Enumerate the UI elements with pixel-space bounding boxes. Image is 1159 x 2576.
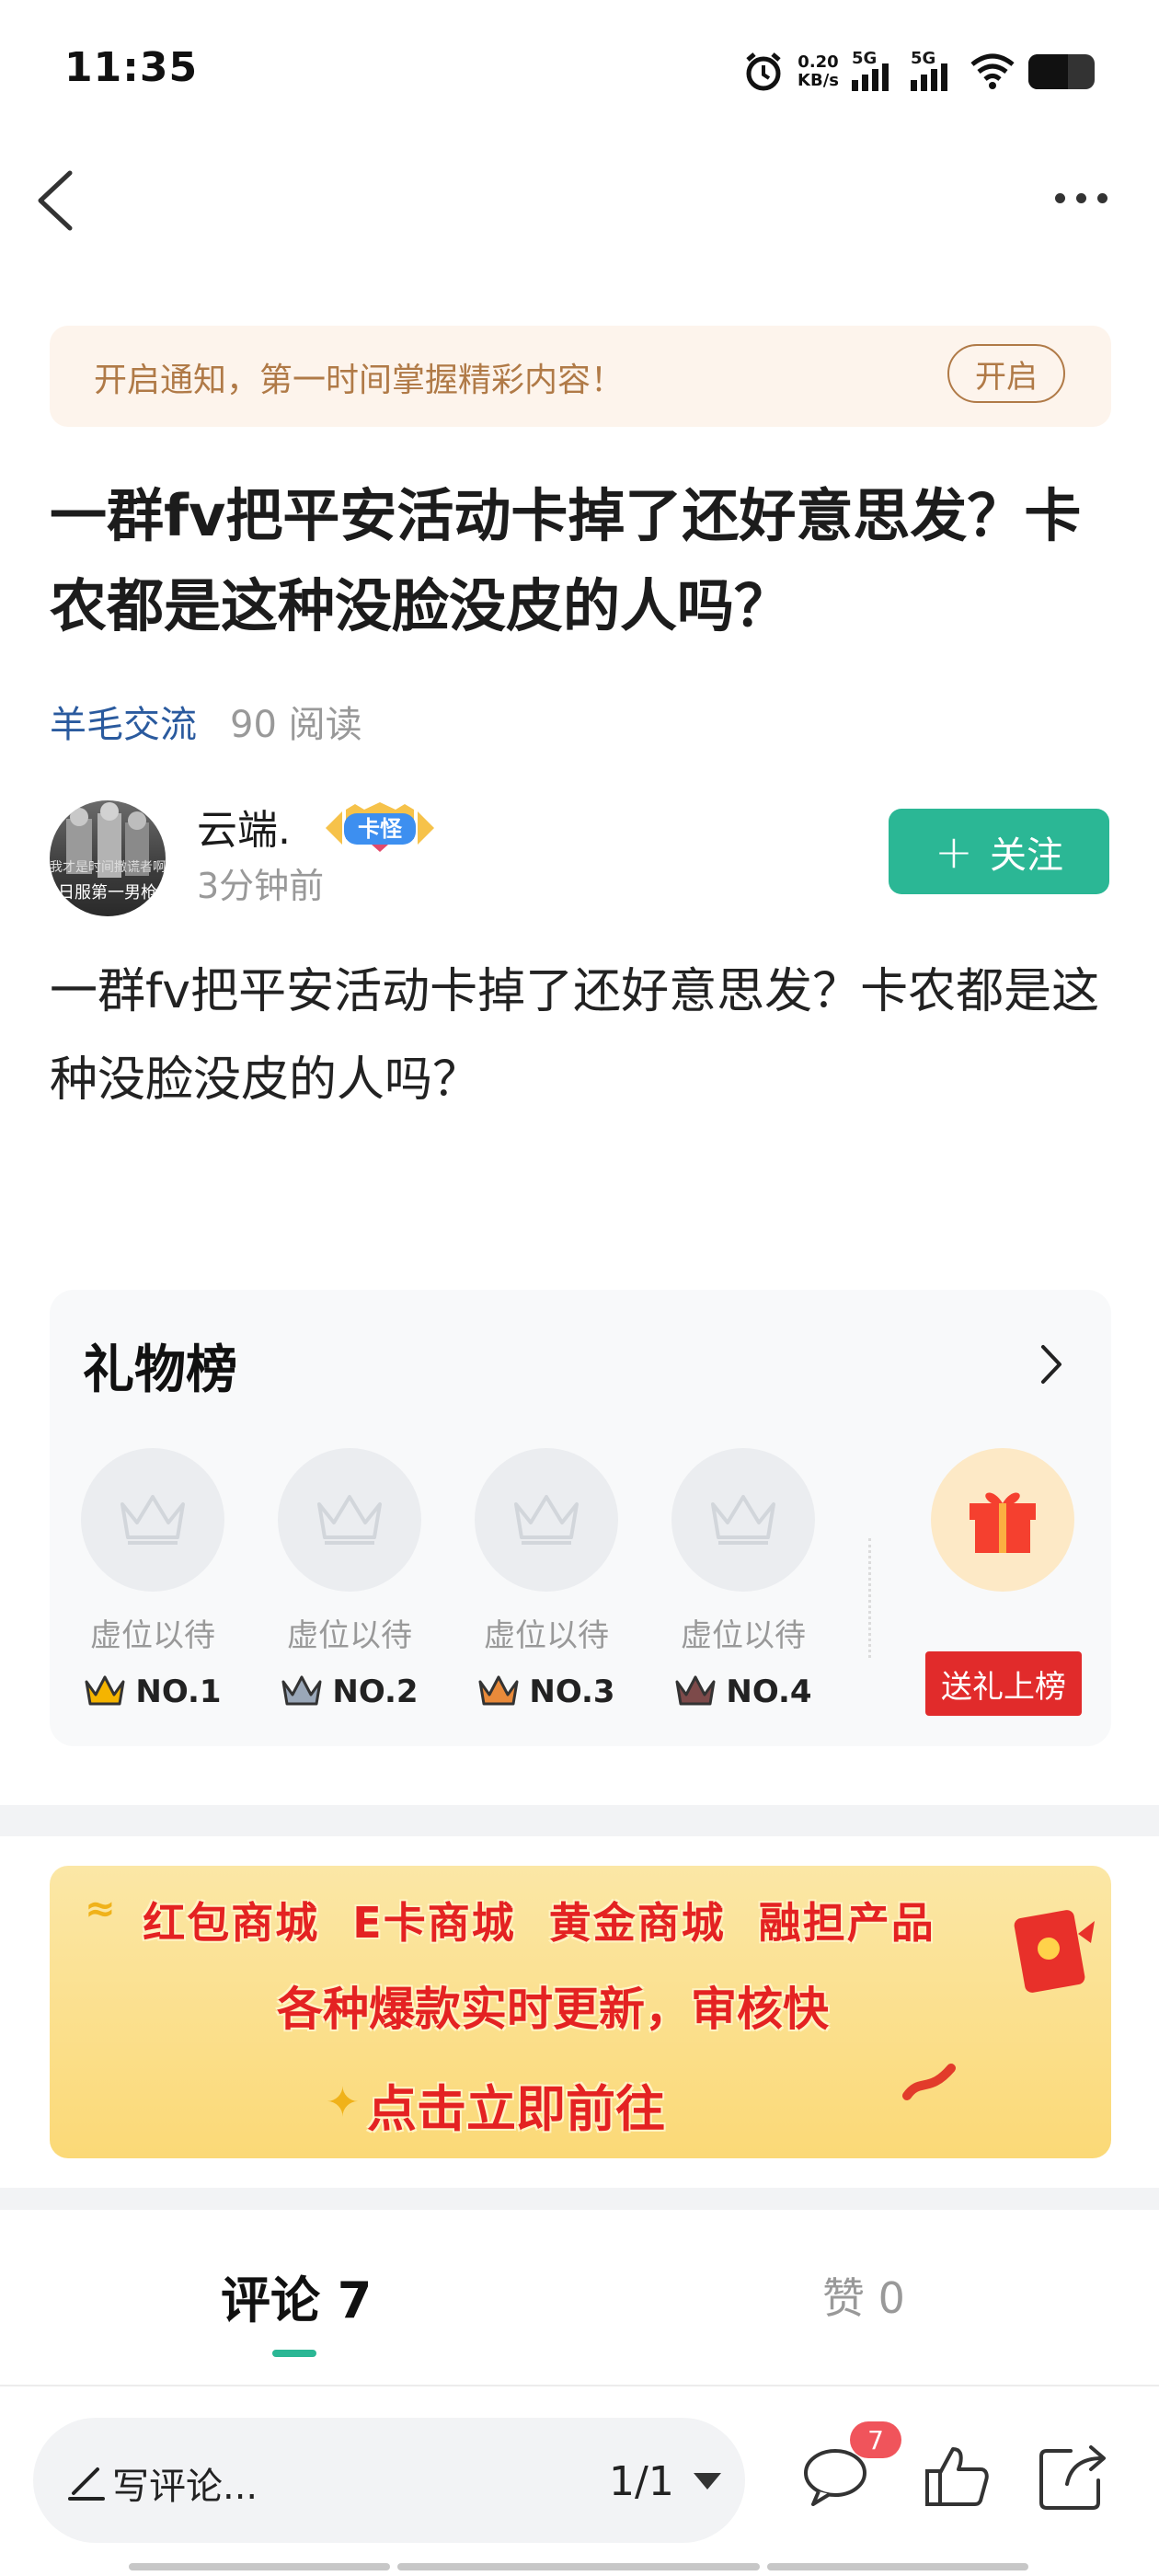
thumbs-up-icon[interactable] xyxy=(920,2440,993,2513)
tab-active-indicator xyxy=(272,2350,316,2357)
avatar-caption: 日服第一男枪 xyxy=(58,883,157,903)
promo-item: 红包商城 xyxy=(143,1898,320,1948)
gift-slot[interactable]: 虚位以待 NO.3 xyxy=(475,1448,618,1710)
home-indicator xyxy=(767,2563,1028,2570)
post-body: 一群fv把平安活动卡掉了还好意思发？卡农都是这种没脸没皮的人吗？ xyxy=(50,964,1100,1108)
crown-icon xyxy=(281,1675,322,1706)
gift-board: 礼物榜 虚位以待 NO.1 虚位以待 NO.2 虚位以待 NO.3 虚位以待 NO.4 … xyxy=(50,1290,1111,1746)
rank-label: NO.2 xyxy=(278,1673,421,1710)
gift-slot[interactable]: 虚位以待 NO.4 xyxy=(671,1448,815,1710)
section-divider xyxy=(0,1805,1159,1836)
home-indicator xyxy=(129,2563,390,2570)
badge-label: 卡怪 xyxy=(358,816,402,842)
rank-text: NO.2 xyxy=(332,1673,419,1710)
rank-label: NO.4 xyxy=(671,1673,815,1710)
send-gift-icon-button[interactable] xyxy=(931,1448,1074,1592)
promo-banner[interactable]: ≈ 红包商城 E卡商城 黄金商城 融担产品 各种爆款实时更新，审核快 ✦ 点击立即前往 xyxy=(50,1866,1111,2158)
send-gift-button[interactable]: 送礼上榜 xyxy=(925,1651,1082,1716)
crown-icon xyxy=(85,1675,125,1706)
net-speed-value: 0.20 xyxy=(798,52,839,72)
empty-slot-avatar xyxy=(475,1448,618,1592)
comment-count-badge: 7 xyxy=(850,2421,901,2458)
comment-placeholder: 写评论... xyxy=(112,2466,258,2508)
empty-slot-avatar xyxy=(278,1448,421,1592)
status-time: 11:35 xyxy=(64,44,199,91)
slot-label: 虚位以待 xyxy=(484,1617,609,1654)
signal-label: 5G xyxy=(852,49,878,68)
avatar[interactable]: 我才是时间撒谎者啊 日服第一男枪 xyxy=(50,800,166,916)
gift-slot[interactable]: 虚位以待 NO.1 xyxy=(81,1448,224,1710)
author-name[interactable]: 云端. xyxy=(197,797,291,856)
section-divider xyxy=(0,2188,1159,2210)
net-speed: 0.20 KB/s xyxy=(798,53,839,90)
chevron-right-icon[interactable] xyxy=(1038,1341,1065,1387)
caret-down-icon[interactable] xyxy=(694,2473,721,2490)
back-button[interactable] xyxy=(28,164,92,237)
notification-banner: 开启通知，第一时间掌握精彩内容！ 开启 xyxy=(50,326,1111,427)
status-icons: 0.20 KB/s 5G 5G xyxy=(742,46,1095,98)
avatar-caption-top: 我才是时间撒谎者啊 xyxy=(50,860,166,875)
red-envelope-icon xyxy=(1014,1910,1095,1993)
home-indicator xyxy=(397,2563,760,2570)
read-count: 90 阅读 xyxy=(230,704,362,746)
post-title: 一群fv把平安活动卡掉了还好意思发？卡农都是这种没脸没皮的人吗？ xyxy=(50,482,1082,639)
divider xyxy=(868,1538,871,1658)
chevron-left-icon xyxy=(38,170,73,231)
empty-slot-avatar xyxy=(671,1448,815,1592)
gift-board-title: 礼物榜 xyxy=(83,1340,237,1400)
crown-outline-icon xyxy=(120,1495,185,1545)
signal-label-2: 5G xyxy=(911,49,936,68)
alarm-icon xyxy=(746,52,781,91)
empty-slot-avatar xyxy=(81,1448,224,1592)
squiggle-icon xyxy=(902,2064,956,2100)
tab-comments[interactable]: 评论 7 xyxy=(221,2260,372,2332)
battery-icon xyxy=(1028,54,1095,89)
net-speed-unit: KB/s xyxy=(798,71,839,90)
crown-outline-icon xyxy=(514,1495,579,1545)
promo-subtitle: 各种爆款实时更新，审核快 xyxy=(277,1983,829,2036)
tab-likes[interactable]: 赞 0 xyxy=(822,2265,905,2326)
wifi-icon xyxy=(970,53,1015,89)
slot-label: 虚位以待 xyxy=(681,1617,806,1654)
plus-icon: + xyxy=(935,824,973,879)
page-indicator[interactable]: 1/1 xyxy=(609,2458,674,2505)
more-dots-icon xyxy=(1054,192,1065,203)
divider xyxy=(0,2385,1159,2386)
promo-item: 融担产品 xyxy=(758,1898,935,1948)
gift-box-icon xyxy=(970,1492,1036,1553)
follow-label: 关注 xyxy=(989,834,1063,877)
crown-icon xyxy=(675,1675,716,1706)
follow-button[interactable]: + 关注 xyxy=(889,809,1109,894)
rank-text: NO.4 xyxy=(726,1673,812,1710)
slot-label: 虚位以待 xyxy=(90,1617,215,1654)
slot-label: 虚位以待 xyxy=(287,1617,412,1654)
enable-notification-button[interactable]: 开启 xyxy=(947,344,1065,403)
level-badge: 卡怪 xyxy=(318,802,442,854)
promo-item: 黄金商城 xyxy=(548,1898,726,1948)
rank-text: NO.1 xyxy=(135,1673,222,1710)
notification-text: 开启通知，第一时间掌握精彩内容！ xyxy=(94,362,625,399)
rank-label: NO.1 xyxy=(81,1673,224,1710)
crown-icon xyxy=(478,1675,519,1706)
pencil-icon xyxy=(68,2467,105,2501)
gift-slot[interactable]: 虚位以待 NO.2 xyxy=(278,1448,421,1710)
category-link[interactable]: 羊毛交流 xyxy=(50,695,197,748)
rank-text: NO.3 xyxy=(529,1673,615,1710)
post-meta: 羊毛交流 90 阅读 xyxy=(50,695,362,748)
rank-label: NO.3 xyxy=(475,1673,618,1710)
promo-item: E卡商城 xyxy=(352,1898,516,1948)
crown-outline-icon xyxy=(317,1495,382,1545)
comment-input[interactable]: 写评论... 1/1 xyxy=(33,2418,745,2543)
share-icon[interactable] xyxy=(1034,2438,1111,2515)
signal-icon: 5G xyxy=(852,49,898,91)
signal-icon-2: 5G xyxy=(911,49,957,91)
crown-outline-icon xyxy=(711,1495,775,1545)
more-button[interactable] xyxy=(1039,179,1122,216)
promo-items: 红包商城 E卡商城 黄金商城 融担产品 xyxy=(50,1890,1111,1950)
post-time: 3分钟前 xyxy=(197,866,325,906)
